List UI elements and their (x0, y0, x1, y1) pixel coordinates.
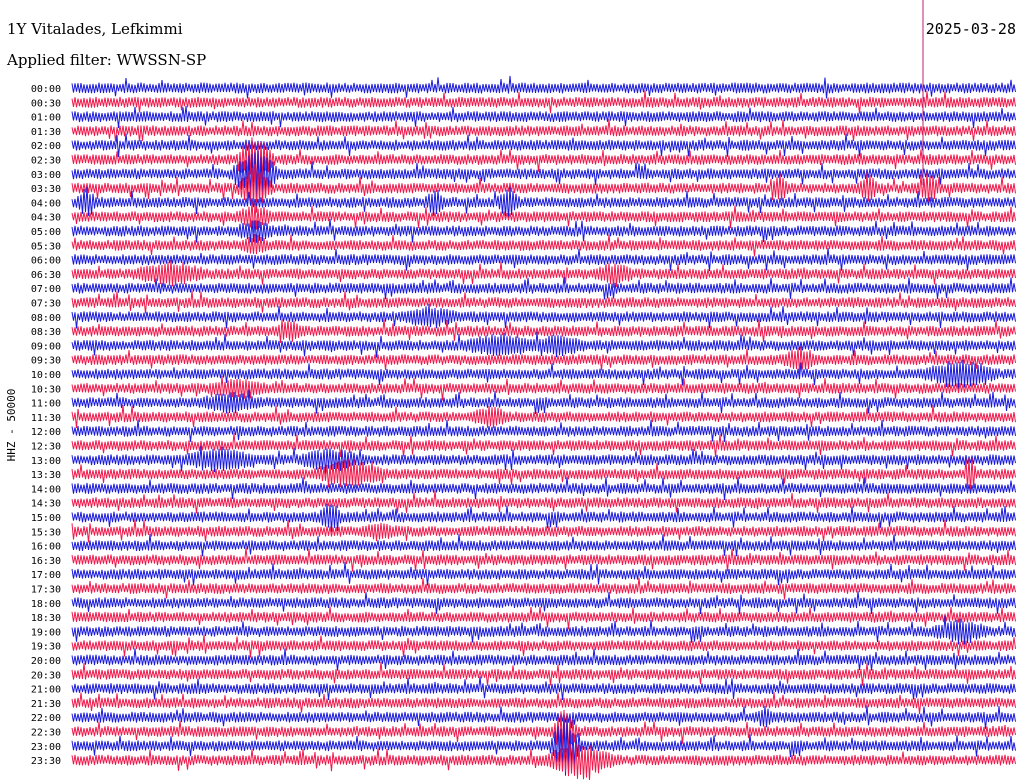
trace-row (71, 234, 1016, 257)
trace-row (71, 634, 1016, 658)
row-time-label: 03:00 (31, 170, 61, 181)
trace-row (71, 276, 1016, 300)
row-time-label: 21:00 (31, 685, 61, 696)
row-time-label: 18:30 (31, 613, 61, 624)
row-time-label: 06:30 (31, 270, 61, 281)
trace-row (71, 375, 1016, 401)
trace-row (71, 303, 1016, 329)
trace-row (71, 331, 1016, 358)
row-time-label: 13:00 (31, 456, 61, 467)
row-time-label: 14:00 (31, 484, 61, 495)
trace-row (71, 419, 1016, 442)
trace-row (71, 389, 1016, 414)
row-time-label: 19:30 (31, 642, 61, 653)
row-labels: 00:00 00:30 01:00 01:30 02:00 02:30 03:00 03:30… (31, 84, 61, 767)
row-time-label: 23:00 (31, 742, 61, 753)
trace-row (71, 661, 1016, 686)
row-time-label: 16:00 (31, 542, 61, 553)
row-time-label: 18:00 (31, 599, 61, 610)
row-time-label: 12:30 (31, 442, 61, 453)
row-time-label: 09:30 (31, 356, 61, 367)
trace-row (71, 534, 1016, 557)
row-time-label: 17:30 (31, 585, 61, 596)
row-time-label: 00:30 (31, 98, 61, 109)
trace-row (71, 445, 1016, 475)
row-time-label: 19:00 (31, 627, 61, 638)
row-time-label: 11:00 (31, 399, 61, 410)
row-time-label: 04:00 (31, 198, 61, 209)
row-time-label: 10:00 (31, 370, 61, 381)
row-time-label: 02:30 (31, 156, 61, 167)
trace-row (71, 676, 1016, 701)
trace-row (71, 319, 1016, 344)
trace-row (71, 519, 1016, 543)
trace-row (71, 90, 1016, 114)
row-time-label: 12:00 (31, 427, 61, 438)
row-time-label: 06:00 (31, 256, 61, 267)
trace-row (71, 692, 1016, 714)
row-time-label: 11:30 (31, 413, 61, 424)
row-time-label: 00:00 (31, 84, 61, 95)
row-time-label: 16:30 (31, 556, 61, 567)
row-time-label: 15:30 (31, 527, 61, 538)
helicorder-plot: 00:00 00:30 01:00 01:30 02:00 02:30 03:00 03:30… (5, 0, 1016, 780)
row-time-label: 10:30 (31, 384, 61, 395)
row-time-label: 01:30 (31, 127, 61, 138)
trace-row (71, 562, 1016, 586)
trace-row (71, 648, 1016, 671)
row-time-label: 17:00 (31, 570, 61, 581)
row-time-label: 03:30 (31, 184, 61, 195)
row-time-label: 07:30 (31, 299, 61, 310)
row-time-label: 09:00 (31, 341, 61, 352)
row-time-label: 05:30 (31, 241, 61, 252)
trace-row (71, 133, 1016, 158)
row-time-label: 08:00 (31, 313, 61, 324)
trace-row (71, 606, 1016, 630)
row-time-label: 04:30 (31, 213, 61, 224)
trace-rows (71, 75, 1016, 780)
trace-row (71, 75, 1016, 99)
trace-row (71, 547, 1016, 572)
channel-axis-label: HHZ - 50000 (5, 389, 18, 462)
trace-row (71, 105, 1016, 129)
row-time-label: 15:00 (31, 513, 61, 524)
row-time-label: 22:30 (31, 728, 61, 739)
row-time-label: 08:30 (31, 327, 61, 338)
trace-row (71, 290, 1016, 314)
row-time-label: 20:00 (31, 656, 61, 667)
trace-row (71, 218, 1016, 243)
row-time-label: 01:00 (31, 113, 61, 124)
row-time-label: 22:00 (31, 713, 61, 724)
trace-row (71, 705, 1016, 729)
row-time-label: 05:00 (31, 227, 61, 238)
trace-row (71, 247, 1016, 272)
row-time-label: 20:30 (31, 670, 61, 681)
trace-row (71, 259, 1016, 288)
row-time-label: 13:30 (31, 470, 61, 481)
trace-row (71, 490, 1016, 514)
row-time-label: 23:30 (31, 756, 61, 767)
trace-row (71, 119, 1016, 142)
row-time-label: 07:00 (31, 284, 61, 295)
row-time-label: 02:00 (31, 141, 61, 152)
trace-row (71, 577, 1016, 600)
row-time-label: 21:30 (31, 699, 61, 710)
trace-row (71, 476, 1016, 501)
trace-row (71, 591, 1016, 615)
row-time-label: 14:30 (31, 499, 61, 510)
